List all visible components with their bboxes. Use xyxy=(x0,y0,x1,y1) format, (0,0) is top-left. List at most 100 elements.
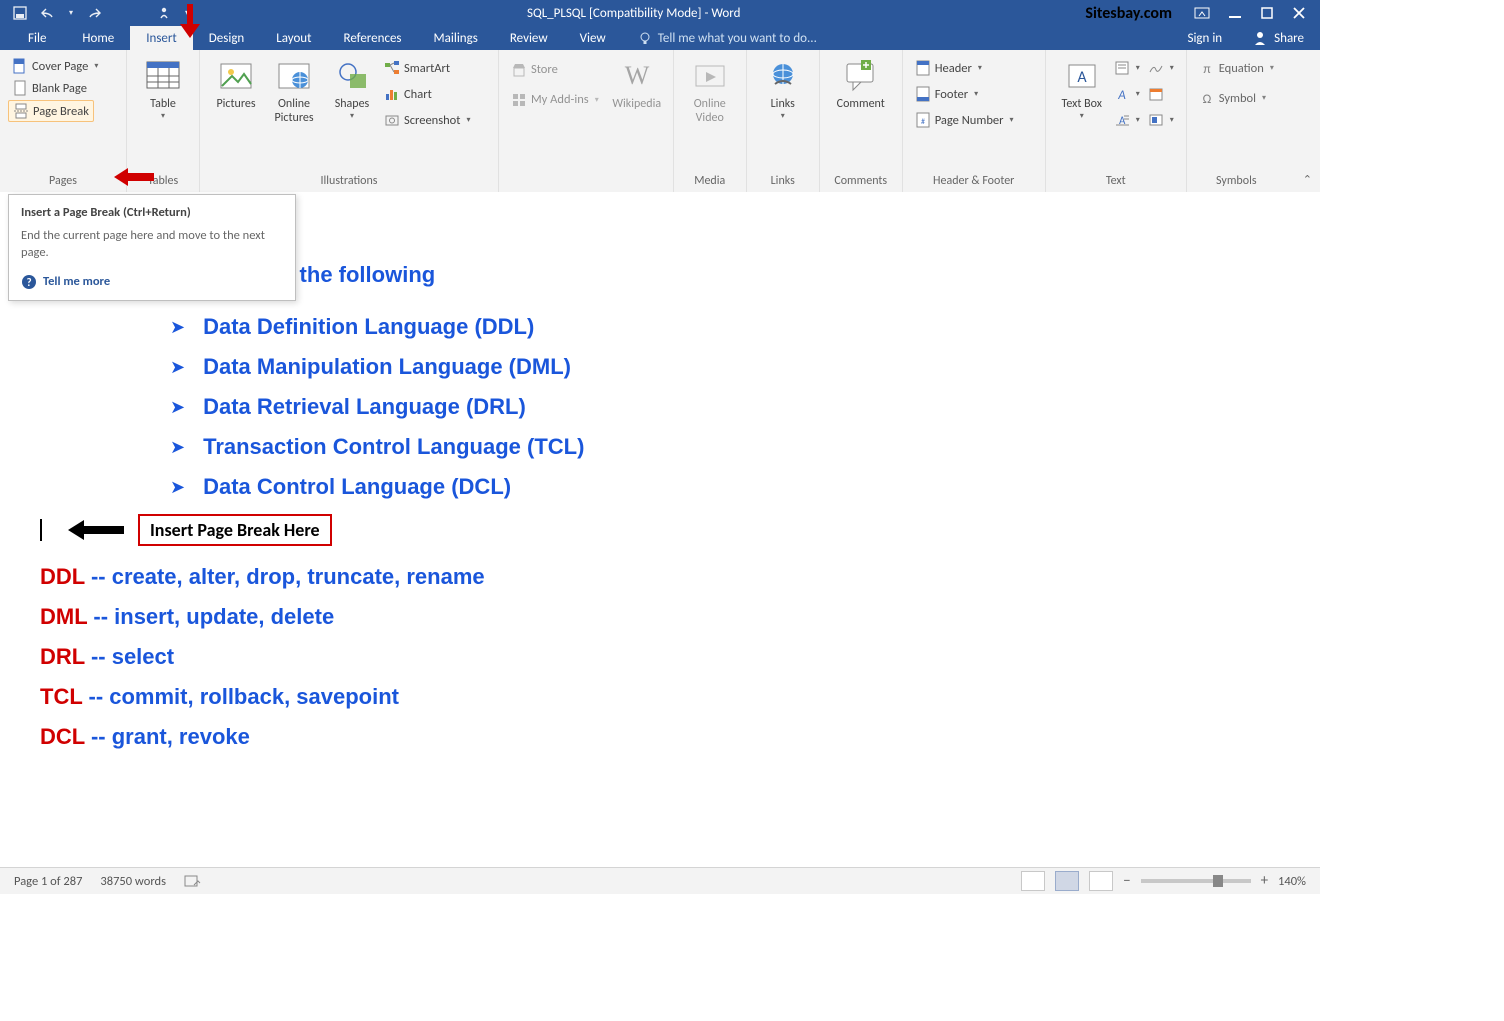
group-media-label: Media xyxy=(682,170,738,190)
chevron-down-icon: ▾ xyxy=(350,112,354,121)
my-addins-label: My Add-ins xyxy=(531,92,589,107)
pictures-button[interactable]: Pictures xyxy=(208,54,264,112)
tab-design[interactable]: Design xyxy=(193,26,260,50)
footer-button[interactable]: Footer▾ xyxy=(911,84,1037,104)
list-item: ➤Data Control Language (DCL) xyxy=(170,474,1280,500)
ribbon-display-icon[interactable] xyxy=(1194,7,1210,19)
svg-text:W: W xyxy=(624,61,649,90)
page-break-tooltip: Insert a Page Break (Ctrl+Return) End th… xyxy=(8,194,296,301)
cover-page-icon xyxy=(12,58,28,74)
group-text-label: Text xyxy=(1054,170,1178,190)
chart-button[interactable]: Chart xyxy=(380,84,490,104)
page-break-button[interactable]: Page Break xyxy=(8,100,94,122)
doc-heading: o the following xyxy=(280,262,1280,288)
share-icon xyxy=(1252,30,1268,46)
print-layout-button[interactable] xyxy=(1055,871,1079,891)
zoom-slider[interactable] xyxy=(1141,879,1251,883)
table-icon xyxy=(145,58,181,94)
quick-parts-button[interactable]: ▾ xyxy=(1110,58,1144,78)
store-button[interactable]: Store xyxy=(507,60,603,80)
web-layout-button[interactable] xyxy=(1089,871,1113,891)
bullet-icon: ➤ xyxy=(170,438,185,456)
tell-me-more-link[interactable]: ? Tell me more xyxy=(21,274,283,290)
shapes-button[interactable]: Shapes▾ xyxy=(324,54,380,121)
drop-cap-button[interactable]: A▾ xyxy=(1110,110,1144,130)
table-label: Table xyxy=(150,98,176,112)
header-button[interactable]: Header▾ xyxy=(911,58,1037,78)
my-addins-button[interactable]: My Add-ins▾ xyxy=(507,90,603,110)
page-number-button[interactable]: #Page Number▾ xyxy=(911,110,1037,130)
wikipedia-icon: W xyxy=(619,58,655,94)
wordart-button[interactable]: A▾ xyxy=(1110,84,1144,104)
undo-dropdown-icon[interactable]: ▾ xyxy=(68,5,74,21)
status-page[interactable]: Page 1 of 287 xyxy=(14,874,82,889)
redo-icon[interactable] xyxy=(86,5,102,21)
group-links: Links▾ Links xyxy=(747,50,820,192)
tab-view[interactable]: View xyxy=(564,26,622,50)
close-icon[interactable] xyxy=(1292,6,1306,20)
annotation-arrow-left xyxy=(114,168,154,186)
save-icon[interactable] xyxy=(12,5,28,21)
bullet-icon: ➤ xyxy=(170,358,185,376)
comment-button[interactable]: Comment xyxy=(828,54,894,112)
wikipedia-label: Wikipedia xyxy=(612,98,661,112)
read-mode-button[interactable] xyxy=(1021,871,1045,891)
zoom-out-button[interactable]: − xyxy=(1123,872,1130,890)
tab-file[interactable]: File xyxy=(12,26,66,50)
svg-text:π: π xyxy=(1203,62,1210,76)
smartart-button[interactable]: SmartArt xyxy=(380,58,490,78)
links-button[interactable]: Links▾ xyxy=(755,54,811,121)
smartart-label: SmartArt xyxy=(404,61,450,76)
tab-home[interactable]: Home xyxy=(66,26,130,50)
online-video-button[interactable]: Online Video xyxy=(682,54,738,126)
group-comments: Comment Comments xyxy=(820,50,903,192)
comment-label: Comment xyxy=(837,98,885,112)
maximize-icon[interactable] xyxy=(1260,6,1274,20)
links-label: Links xyxy=(771,98,795,112)
signature-line-button[interactable]: ▾ xyxy=(1144,58,1178,78)
shapes-label: Shapes xyxy=(335,98,370,112)
spellcheck-icon[interactable] xyxy=(184,874,202,888)
screenshot-button[interactable]: Screenshot▾ xyxy=(380,110,490,130)
tell-me-more-label: Tell me more xyxy=(43,274,110,289)
table-button[interactable]: Table ▾ xyxy=(135,54,191,121)
touch-mode-icon[interactable] xyxy=(156,5,172,21)
tab-mailings[interactable]: Mailings xyxy=(418,26,494,50)
text-box-button[interactable]: AText Box▾ xyxy=(1054,54,1110,121)
zoom-level[interactable]: 140% xyxy=(1278,874,1306,889)
zoom-thumb[interactable] xyxy=(1213,875,1223,887)
wordart-icon: A xyxy=(1114,86,1130,102)
chevron-down-icon: ▾ xyxy=(1136,89,1140,99)
blank-page-button[interactable]: Blank Page xyxy=(8,78,91,98)
chevron-down-icon: ▾ xyxy=(1262,93,1266,103)
sign-in-button[interactable]: Sign in xyxy=(1173,26,1236,50)
symbol-button[interactable]: ΩSymbol▾ xyxy=(1195,88,1278,108)
date-time-button[interactable] xyxy=(1144,84,1178,104)
tell-me-search[interactable]: Tell me what you want to do... xyxy=(622,26,833,50)
tab-review[interactable]: Review xyxy=(494,26,564,50)
def-rest: -- grant, revoke xyxy=(85,724,250,749)
def-term: DRL xyxy=(40,644,85,669)
undo-icon[interactable] xyxy=(40,5,56,21)
equation-button[interactable]: πEquation▾ xyxy=(1195,58,1278,78)
equation-icon: π xyxy=(1199,60,1215,76)
status-words[interactable]: 38750 words xyxy=(100,874,166,889)
online-pictures-button[interactable]: Online Pictures xyxy=(264,54,324,126)
annotation-arrow-down xyxy=(180,4,200,38)
symbol-label: Symbol xyxy=(1219,91,1256,106)
svg-text:?: ? xyxy=(26,276,31,289)
collapse-ribbon-icon[interactable]: ⌃ xyxy=(1303,173,1312,186)
share-button[interactable]: Share xyxy=(1236,26,1320,50)
wikipedia-button[interactable]: W Wikipedia xyxy=(609,54,665,112)
bullet-icon: ➤ xyxy=(170,398,185,416)
tab-references[interactable]: References xyxy=(328,26,418,50)
object-button[interactable]: ▾ xyxy=(1144,110,1178,130)
cover-page-button[interactable]: Cover Page▾ xyxy=(8,56,102,76)
watermark-label: Sitesbay.com xyxy=(1077,4,1180,23)
zoom-in-button[interactable]: + xyxy=(1261,872,1268,890)
tab-layout[interactable]: Layout xyxy=(260,26,327,50)
header-label: Header xyxy=(935,61,972,76)
chevron-down-icon: ▾ xyxy=(1136,115,1140,125)
footer-label: Footer xyxy=(935,87,968,102)
minimize-icon[interactable] xyxy=(1228,6,1242,20)
